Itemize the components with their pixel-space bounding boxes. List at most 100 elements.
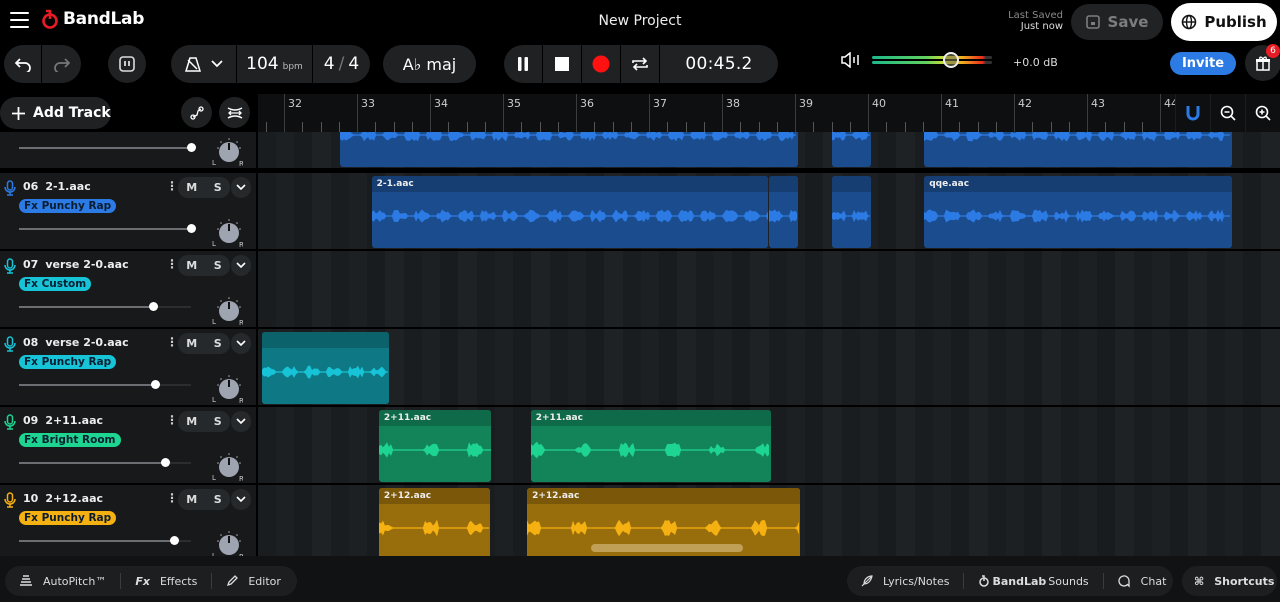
expand-track-button[interactable] [231, 255, 251, 276]
track-menu-button[interactable]: ⋮ [166, 335, 178, 349]
audio-clip[interactable] [832, 132, 871, 167]
track-menu-button[interactable]: ⋮ [166, 257, 178, 271]
audio-clip[interactable] [924, 132, 1232, 167]
expand-track-button[interactable] [231, 333, 251, 354]
save-button[interactable]: Save [1071, 4, 1163, 40]
track-size-button[interactable] [219, 97, 250, 128]
automation-button[interactable] [181, 97, 212, 128]
track-title[interactable]: 06 2-1.aac [23, 180, 91, 193]
track-header[interactable]: 102+12.aac ⋮ MS Fx Punchy Rap L R [0, 485, 256, 556]
fx-preset-badge[interactable]: Fx Punchy Rap [19, 355, 117, 369]
track-header[interactable]: 07 verse 2-0.aac ⋮ M S Fx Custom L R [0, 251, 256, 327]
track-header[interactable]: 06 2-1.aac ⋮ MS Fx Punchy Rap L R [0, 173, 256, 249]
pan-knob[interactable]: L R [211, 135, 243, 167]
expand-track-button[interactable] [231, 177, 251, 198]
audio-clip[interactable] [832, 176, 871, 248]
lyrics-notes-button[interactable]: Lyrics/Notes [847, 573, 965, 589]
track-volume-slider[interactable] [19, 224, 196, 233]
master-volume-slider[interactable] [872, 52, 994, 68]
solo-button[interactable]: S [214, 181, 222, 194]
track-menu-button[interactable]: ⋮ [166, 491, 178, 505]
volume-knob[interactable] [943, 52, 960, 68]
mute-button[interactable]: M [186, 415, 197, 428]
mute-button[interactable]: M [186, 259, 197, 272]
track-menu-button[interactable]: ⋮ [166, 179, 178, 193]
volume-thumb[interactable] [169, 536, 179, 545]
zoom-out-button[interactable] [1210, 94, 1245, 132]
input-monitor-button[interactable] [108, 45, 146, 83]
track-header[interactable]: 09 2+11.aac ⋮ M S Fx Bright Room L R [0, 407, 256, 483]
track-volume-slider[interactable] [19, 302, 191, 311]
track-lane[interactable] [258, 329, 1280, 405]
pan-knob[interactable]: L R [211, 450, 243, 482]
track-menu-button[interactable]: ⋮ [166, 413, 178, 427]
volume-thumb[interactable] [150, 380, 160, 389]
bandlab-logo[interactable]: BandLab [40, 9, 144, 29]
horizontal-scrollbar[interactable] [591, 544, 743, 552]
record-button[interactable] [582, 45, 621, 83]
bandlab-sounds-button[interactable]: BandLab Sounds [964, 573, 1104, 589]
tempo-field[interactable]: 104 bpm [237, 45, 313, 83]
volume-thumb[interactable] [161, 458, 171, 467]
track-title[interactable]: 09 2+11.aac [23, 414, 103, 427]
track-volume-slider[interactable] [19, 458, 191, 467]
audio-clip[interactable]: 2-1.aac [371, 176, 769, 248]
fx-preset-badge[interactable]: Fx Custom [19, 277, 92, 291]
shortcuts-button[interactable]: ⌘ Shortcuts [1182, 566, 1277, 596]
redo-button[interactable] [42, 45, 81, 83]
track-header[interactable]: 05 ⋮ MS Fx Punchy Rap L R [0, 132, 256, 168]
volume-thumb[interactable] [149, 302, 159, 311]
fx-preset-badge[interactable]: Fx Bright Room [19, 433, 121, 447]
audio-clip[interactable]: 2+12.aac [378, 488, 491, 556]
track-lane[interactable]: 2+11.aac 2+11.aac [258, 407, 1280, 483]
stop-button[interactable] [543, 45, 582, 83]
pause-button[interactable] [504, 45, 543, 83]
solo-button[interactable]: S [214, 493, 222, 506]
pan-knob[interactable]: L R [211, 372, 243, 404]
track-lane[interactable] [258, 251, 1280, 327]
zoom-in-button[interactable] [1245, 94, 1280, 132]
metronome-button[interactable] [171, 45, 237, 83]
solo-button[interactable]: S [214, 337, 222, 350]
pan-knob[interactable]: L R [211, 528, 243, 556]
mute-button[interactable]: M [186, 493, 197, 506]
track-volume-slider[interactable] [19, 143, 196, 152]
volume-thumb[interactable] [187, 224, 196, 233]
track-title[interactable]: 10 2+12.aac [23, 492, 103, 505]
undo-button[interactable] [4, 45, 42, 83]
track-title[interactable]: 08 verse 2-0.aac [23, 336, 129, 349]
volume-thumb[interactable] [187, 143, 196, 152]
chat-button[interactable]: Chat [1104, 573, 1181, 589]
track-lane[interactable] [258, 132, 1280, 168]
mute-button[interactable]: M [186, 337, 197, 350]
audio-clip[interactable] [340, 132, 798, 167]
snap-button[interactable] [1175, 94, 1210, 132]
publish-button[interactable]: Publish [1171, 3, 1277, 41]
track-title[interactable]: 07 verse 2-0.aac [23, 258, 129, 271]
track-lane[interactable]: 2+12.aac 2+12.aac [258, 485, 1280, 556]
track-header[interactable]: 08 verse 2-0.aac ⋮ M S Fx Punchy Rap L R [0, 329, 256, 405]
solo-button[interactable]: S [214, 259, 222, 272]
speaker-icon[interactable] [840, 52, 862, 68]
expand-track-button[interactable] [231, 489, 251, 510]
loop-button[interactable] [621, 45, 660, 83]
invite-button[interactable]: Invite [1170, 52, 1236, 75]
expand-track-button[interactable] [231, 411, 251, 432]
menu-button[interactable] [10, 12, 29, 28]
pan-knob[interactable]: L R [211, 216, 243, 248]
track-volume-slider[interactable] [19, 536, 191, 545]
audio-clip[interactable] [769, 176, 798, 248]
solo-button[interactable]: S [214, 415, 222, 428]
audio-clip[interactable]: 2+11.aac [378, 410, 492, 482]
add-track-button[interactable]: Add Track [0, 97, 111, 129]
timeline-ruler[interactable]: 32 33 34 35 36 37 38 39 40 41 42 43 44 [258, 94, 1280, 132]
effects-button[interactable]: Fx Effects [121, 573, 213, 589]
mute-button[interactable]: M [186, 181, 197, 194]
audio-clip[interactable]: 2+11.aac [530, 410, 771, 482]
key-selector[interactable]: A♭ maj [383, 45, 476, 83]
autopitch-button[interactable]: AutoPitch™ [5, 573, 122, 589]
pan-knob[interactable]: L R [211, 294, 243, 326]
track-volume-slider[interactable] [19, 380, 191, 389]
editor-button[interactable]: Editor [212, 573, 295, 589]
track-lane[interactable]: 2-1.aac qqe.aac [258, 173, 1280, 249]
